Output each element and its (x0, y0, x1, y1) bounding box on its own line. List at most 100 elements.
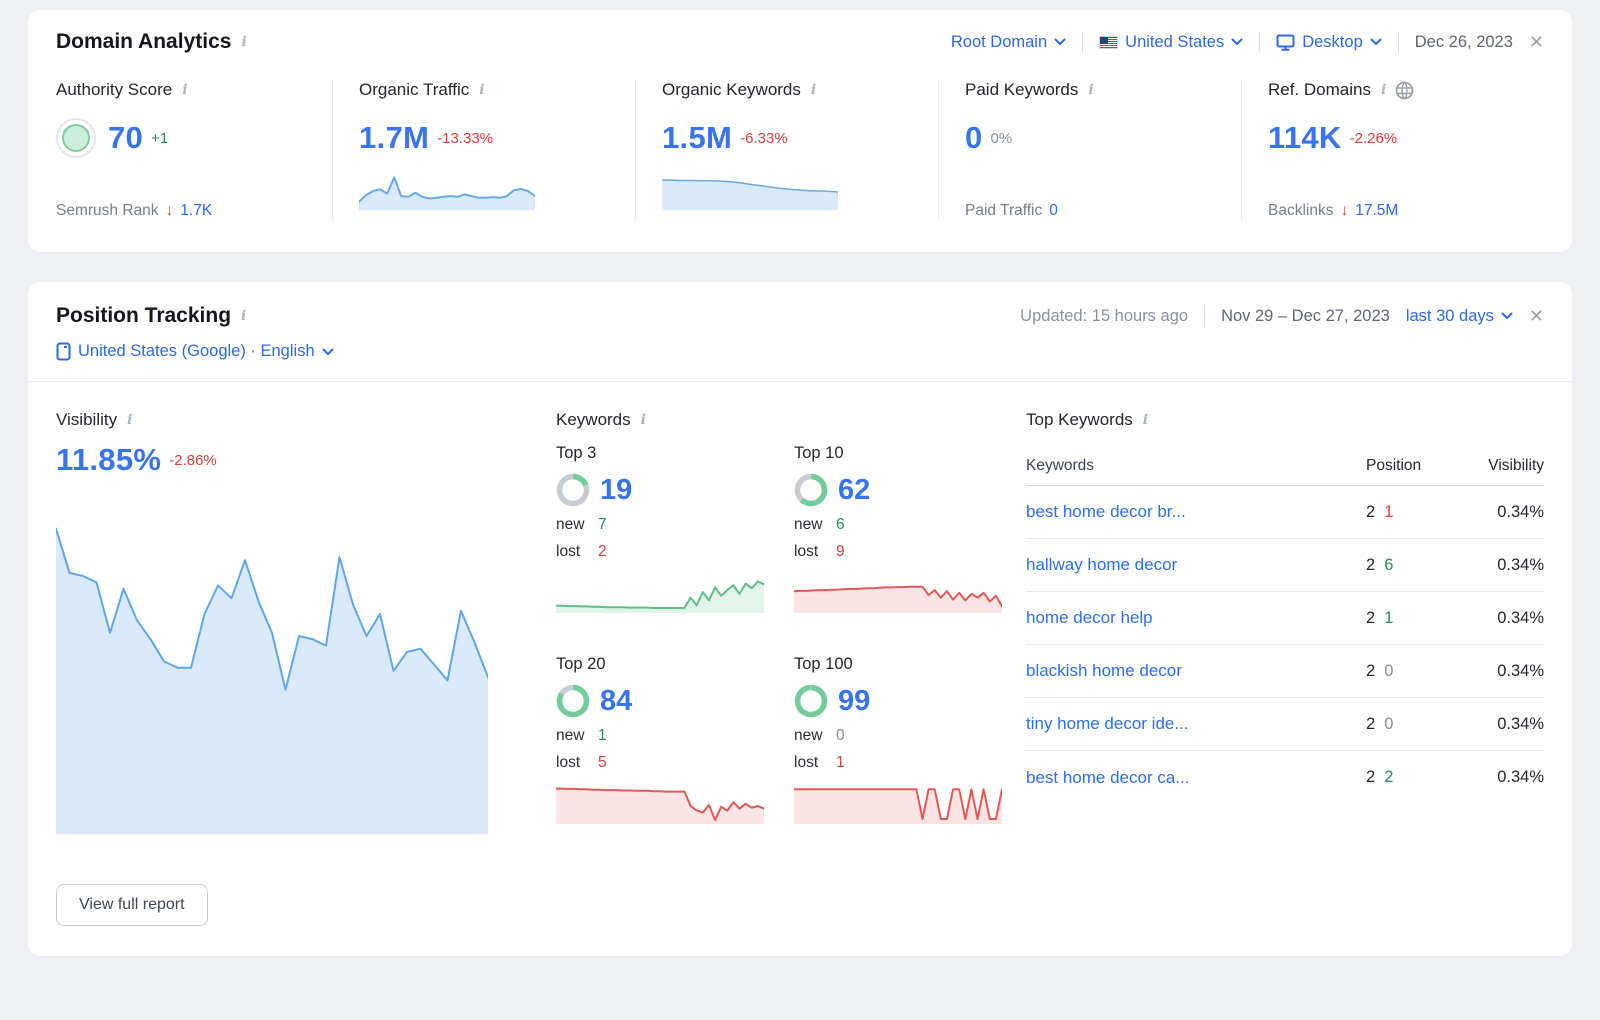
keyword-link[interactable]: blackish home decor (1026, 661, 1182, 680)
visibility-value: 11.85% (56, 442, 161, 478)
info-icon[interactable]: i (241, 308, 246, 324)
ref-domains-delta: -2.26% (1350, 130, 1398, 147)
visibility-chart (56, 514, 488, 834)
position-diff: 0 (1384, 715, 1393, 734)
organic-traffic-delta: -13.33% (437, 130, 493, 147)
position-tracking-panel: Position Tracking i Updated: 15 hours ag… (28, 282, 1572, 956)
lost-label: lost (794, 543, 836, 561)
metric-organic-keywords: Organic Keywords i 1.5M -6.33% (635, 80, 938, 222)
position-value: 2 (1366, 503, 1375, 522)
ref-domains-value: 114K (1268, 120, 1342, 156)
device-dropdown[interactable]: Desktop (1276, 33, 1382, 52)
paid-keywords-label: Paid Keywords (965, 80, 1078, 100)
top-3-sparkline (556, 571, 764, 613)
info-icon[interactable]: i (479, 82, 484, 98)
new-value: 1 (598, 727, 607, 745)
table-row: best home decor br... 21 0.34% (1026, 486, 1544, 539)
info-icon[interactable]: i (1088, 82, 1093, 98)
visibility-cell: 0.34% (1452, 768, 1544, 787)
authority-score-gauge (56, 118, 96, 158)
authority-score-delta: +1 (151, 130, 168, 147)
metric-ref-domains: Ref. Domains i 114K -2.26% Backlinks ↓ 1… (1241, 80, 1544, 222)
visibility-section: Visibility i 11.85% -2.86% View full rep… (56, 410, 556, 926)
top-20-sparkline (556, 782, 764, 824)
metric-authority-score: Authority Score i 70 +1 Semrush Rank ↓ 1… (56, 80, 332, 222)
keyword-link[interactable]: hallway home decor (1026, 555, 1177, 574)
arrow-down-icon: ↓ (166, 202, 174, 220)
position-tracking-title: Position Tracking (56, 304, 231, 328)
new-label: new (794, 516, 836, 534)
lost-value: 1 (836, 754, 845, 772)
authority-score-label: Authority Score (56, 80, 172, 100)
keyword-link[interactable]: home decor help (1026, 608, 1153, 627)
globe-icon[interactable] (1395, 81, 1414, 100)
paid-traffic-label: Paid Traffic (965, 202, 1042, 220)
metric-paid-keywords: Paid Keywords i 0 0% Paid Traffic 0 (938, 80, 1241, 222)
top-keywords-section: Top Keywords i Keywords Position Visibil… (1026, 410, 1544, 926)
view-full-report-button[interactable]: View full report (56, 884, 208, 926)
root-domain-dropdown[interactable]: Root Domain (951, 33, 1066, 52)
info-icon[interactable]: i (182, 82, 187, 98)
visibility-label: Visibility (56, 410, 117, 430)
lost-label: lost (794, 754, 836, 772)
keyword-link[interactable]: best home decor br... (1026, 502, 1186, 521)
locale-dropdown[interactable]: United States (Google) · English (56, 342, 334, 361)
ref-domains-label: Ref. Domains (1268, 80, 1371, 100)
table-row: home decor help 21 0.34% (1026, 592, 1544, 645)
info-icon[interactable]: i (241, 34, 246, 50)
keyword-bucket-top-20: Top 20 84 new1 lost5 (556, 655, 764, 824)
bucket-value: 99 (838, 685, 870, 718)
column-header-visibility: Visibility (1452, 457, 1544, 475)
range-selector-dropdown[interactable]: last 30 days (1406, 307, 1513, 326)
position-diff: 2 (1384, 768, 1393, 787)
chevron-down-icon (1501, 312, 1513, 320)
table-row: hallway home decor 26 0.34% (1026, 539, 1544, 592)
keyword-link[interactable]: best home decor ca... (1026, 768, 1189, 787)
updated-status: Updated: 15 hours ago (1020, 307, 1188, 326)
table-row: blackish home decor 20 0.34% (1026, 645, 1544, 698)
bucket-label: Top 100 (794, 655, 1002, 674)
lost-value: 2 (598, 543, 607, 561)
semrush-rank-value[interactable]: 1.7K (180, 202, 212, 220)
info-icon[interactable]: i (1381, 82, 1386, 98)
country-dropdown[interactable]: United States (1099, 33, 1243, 52)
device-label: Desktop (1302, 33, 1363, 52)
keyword-link[interactable]: tiny home decor ide... (1026, 714, 1189, 733)
divider (1398, 32, 1399, 52)
organic-keywords-sparkline (662, 172, 838, 210)
top-20-donut (556, 684, 590, 718)
position-diff: 1 (1384, 503, 1393, 522)
keyword-bucket-top-3: Top 3 19 new7 lost2 (556, 444, 764, 613)
close-icon[interactable]: ✕ (1529, 33, 1544, 51)
domain-analytics-title: Domain Analytics (56, 30, 231, 54)
country-label: United States (1125, 33, 1224, 52)
top-keywords-label: Top Keywords (1026, 410, 1133, 430)
us-flag-icon (1099, 36, 1118, 49)
visibility-cell: 0.34% (1452, 609, 1544, 628)
position-value: 2 (1366, 556, 1375, 575)
new-label: new (794, 727, 836, 745)
info-icon[interactable]: i (811, 82, 816, 98)
mobile-phone-icon (56, 342, 71, 361)
page: Domain Analytics i Root Domain United St… (0, 0, 1600, 1020)
root-domain-label: Root Domain (951, 33, 1047, 52)
range-selector-label: last 30 days (1406, 307, 1494, 326)
info-icon[interactable]: i (1143, 412, 1148, 428)
backlinks-value[interactable]: 17.5M (1355, 202, 1398, 220)
organic-keywords-value: 1.5M (662, 120, 732, 156)
info-icon[interactable]: i (127, 412, 132, 428)
info-icon[interactable]: i (641, 412, 646, 428)
table-header: Keywords Position Visibility (1026, 446, 1544, 486)
visibility-delta: -2.86% (169, 452, 217, 469)
position-value: 2 (1366, 715, 1375, 734)
close-icon[interactable]: ✕ (1529, 307, 1544, 325)
position-value: 2 (1366, 609, 1375, 628)
backlinks-label: Backlinks (1268, 202, 1333, 220)
top-3-donut (556, 473, 590, 507)
semrush-rank-label: Semrush Rank (56, 202, 159, 220)
column-header-keywords: Keywords (1026, 457, 1366, 475)
top-10-sparkline (794, 571, 1002, 613)
date-selector[interactable]: Dec 26, 2023 (1415, 33, 1513, 52)
new-value: 7 (598, 516, 607, 534)
paid-traffic-value[interactable]: 0 (1049, 202, 1058, 220)
